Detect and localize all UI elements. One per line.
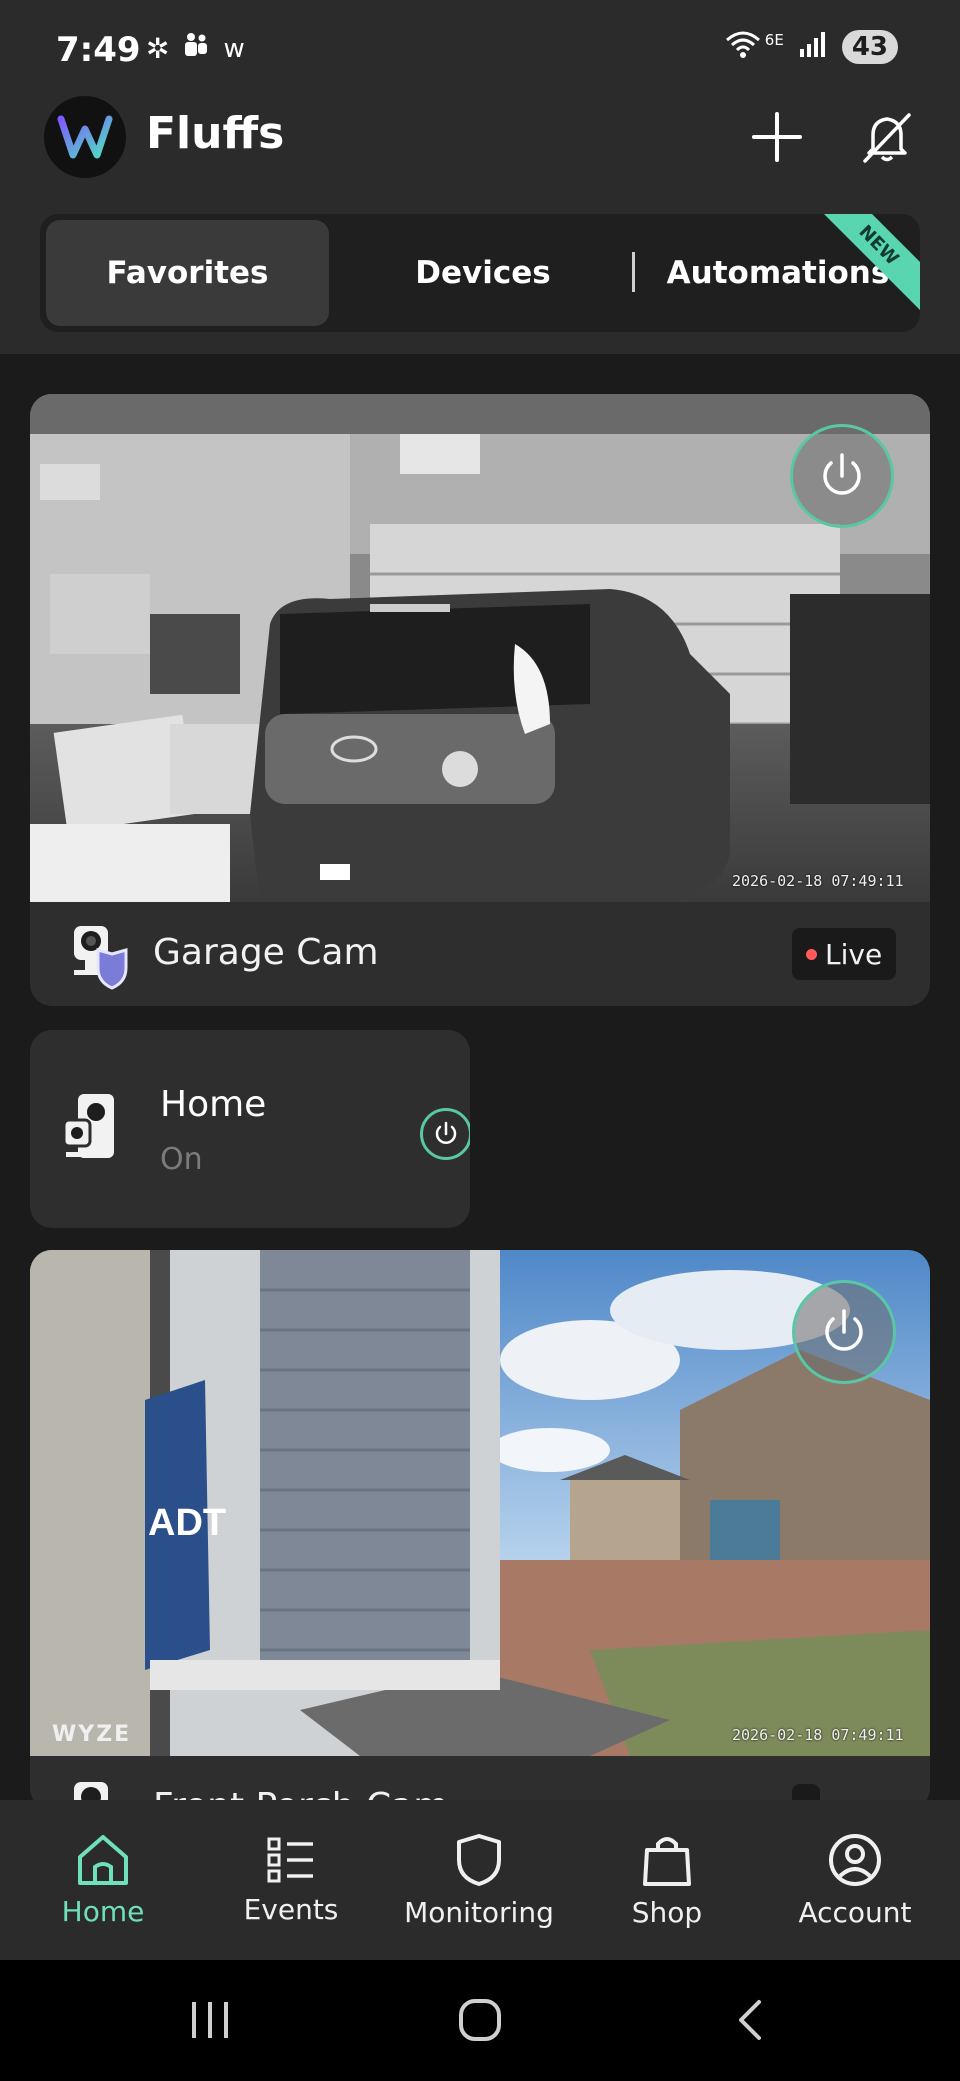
notifications-button[interactable] [854, 104, 920, 170]
recent-apps-button[interactable] [180, 1990, 240, 2050]
add-device-button[interactable] [744, 104, 810, 170]
nav-home-label: Home [61, 1894, 145, 1928]
adt-sign-text: ADT [148, 1502, 226, 1544]
garage-cam-name: Garage Cam [153, 932, 379, 973]
device-card-front-porch-cam[interactable]: ADT WYZE 2026-02-18 07:49:11 Front Porch… [30, 1250, 930, 1810]
live-badge[interactable]: Live [792, 928, 897, 980]
nav-monitoring-label: Monitoring [404, 1895, 554, 1929]
nav-account[interactable]: Account [760, 1800, 950, 1960]
tab-favorites[interactable]: Favorites [46, 220, 329, 326]
wyze-home-screen: 7:49 ✲ w 6E 43 Fluffs Favorites Devices … [0, 0, 960, 2081]
device-card-garage-cam[interactable]: 2026-02-18 07:49:11 Garage Cam Live [30, 394, 930, 1006]
system-navigation-bar [0, 1960, 960, 2081]
garage-cam-timestamp: 2026-02-18 07:49:11 [732, 872, 904, 890]
events-icon [267, 1837, 313, 1882]
home-power-button[interactable] [420, 1108, 470, 1160]
plus-icon [752, 112, 802, 162]
home-icon [78, 1834, 128, 1885]
shopping-bag-icon [643, 1836, 691, 1886]
status-notification-icons: ✲ w [146, 30, 245, 67]
tab-bar: Favorites Devices Automations NEW [40, 214, 920, 332]
home-device-name: Home [160, 1084, 267, 1125]
tab-devices[interactable]: Devices [335, 214, 631, 332]
front-cam-power-button[interactable] [792, 1280, 896, 1384]
nav-monitoring[interactable]: Monitoring [384, 1800, 574, 1960]
power-icon [435, 1121, 457, 1144]
wyze-watermark: WYZE [52, 1722, 132, 1747]
nav-shop-label: Shop [631, 1895, 703, 1929]
nav-events-label: Events [243, 1892, 339, 1926]
tab-divider [632, 252, 635, 292]
bell-off-icon [863, 113, 911, 163]
w-icon: w [223, 33, 245, 64]
camera-device-icon [62, 1094, 114, 1158]
recent-apps-icon [192, 2002, 228, 2038]
front-cam-timestamp: 2026-02-18 07:49:11 [732, 1726, 904, 1744]
nav-home[interactable]: Home [8, 1800, 198, 1960]
back-button[interactable] [720, 1990, 780, 2050]
home-system-button[interactable] [450, 1990, 510, 2050]
app-header: 7:49 ✲ w 6E 43 Fluffs Favorites Devices … [0, 0, 960, 354]
account-icon [829, 1833, 881, 1886]
status-time: 7:49 [56, 30, 141, 70]
power-icon [823, 453, 861, 495]
sparkle-icon: ✲ [146, 32, 170, 65]
device-card-home[interactable]: Home On [30, 1030, 470, 1228]
power-icon [825, 1309, 863, 1351]
back-arrow-icon [739, 2000, 761, 2040]
nav-shop[interactable]: Shop [572, 1800, 762, 1960]
nav-account-label: Account [798, 1895, 912, 1929]
bottom-navigation: Home Events Monitoring Shop Account [0, 1800, 960, 1960]
teams-icon [181, 30, 211, 67]
battery-indicator: 43 [841, 30, 898, 64]
garage-cam-power-button[interactable] [790, 424, 894, 528]
security-camera-icon [74, 926, 128, 990]
home-circle-icon [459, 1999, 501, 2041]
home-name-title[interactable]: Fluffs [146, 108, 284, 159]
home-device-state: On [160, 1142, 203, 1177]
app-logo[interactable] [44, 96, 126, 178]
wifi-icon [725, 30, 769, 64]
status-system-icons: 6E 43 [725, 30, 898, 64]
signal-icon [798, 31, 828, 63]
live-badge-label: Live [825, 937, 883, 971]
nav-events[interactable]: Events [196, 1800, 386, 1960]
live-dot-icon [806, 948, 817, 960]
status-bar: 7:49 ✲ w 6E 43 [0, 0, 960, 100]
wifi-6e-label: 6E [764, 31, 784, 49]
shield-icon [457, 1833, 501, 1886]
